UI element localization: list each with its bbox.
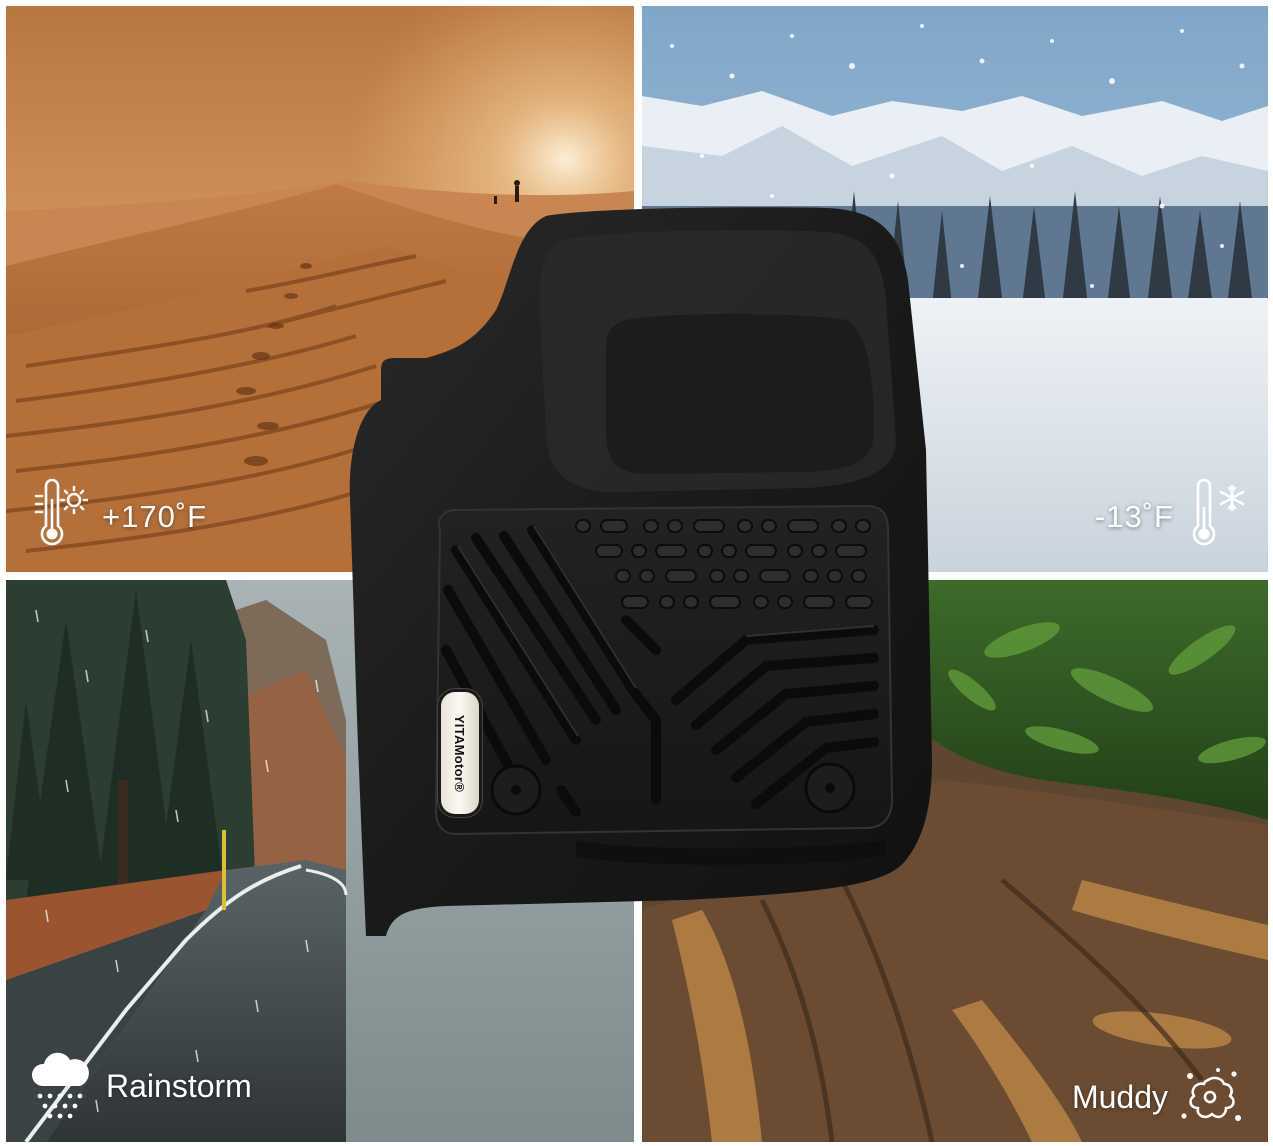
desert-temperature-label: +170˚F [102, 499, 208, 534]
rain-caption: Rainstorm [28, 1050, 252, 1122]
snow-caption: -13˚F [1095, 478, 1246, 556]
floor-mat-graphic [349, 207, 933, 937]
muddy-label: Muddy [1071, 1078, 1168, 1115]
desert-caption: +170˚F [34, 478, 207, 556]
rainstorm-label: Rainstorm [106, 1067, 252, 1104]
mud-caption: Muddy [1072, 1066, 1244, 1128]
snow-temperature-label: -13˚F [1094, 499, 1174, 534]
mud-splash-icon [1181, 1068, 1241, 1121]
cloud-rain-icon [31, 1052, 89, 1119]
brand-badge: YITAMotor® [441, 692, 479, 814]
brand-logo-text: YITAMotor® [452, 714, 468, 792]
thermometer-snowflake-icon [1192, 478, 1245, 546]
floor-mat [326, 200, 954, 946]
thermometer-sun-icon [34, 478, 88, 546]
